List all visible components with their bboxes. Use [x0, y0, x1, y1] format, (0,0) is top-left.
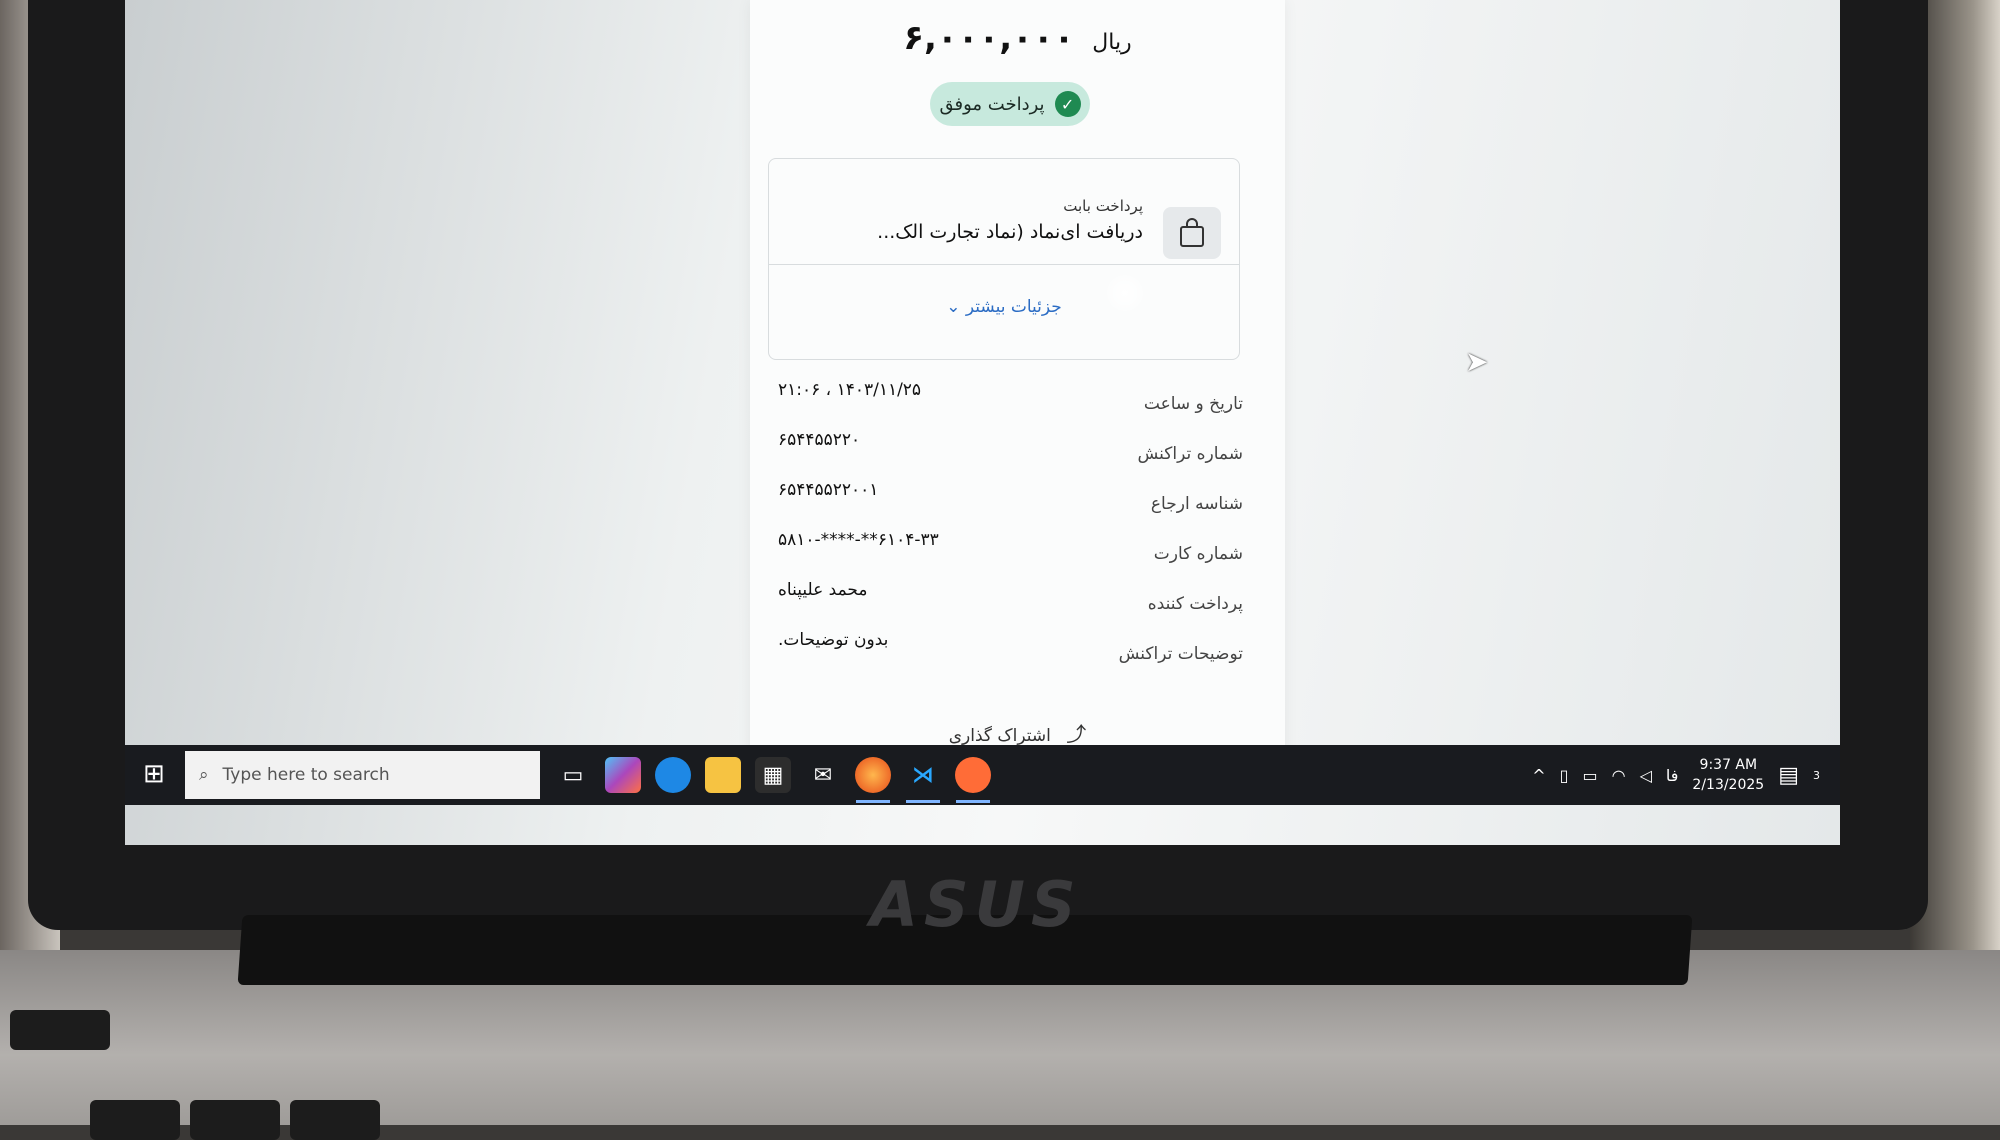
- key: [90, 1100, 180, 1140]
- windows-start-icon[interactable]: ⊞: [143, 759, 173, 789]
- firefox-icon[interactable]: [855, 757, 891, 793]
- share-icon: ⤴: [1066, 722, 1087, 746]
- transaction-details: تاریخ و ساعت ۱۴۰۳/۱۱/۲۵ ، ۲۱:۰۶ شماره تر…: [750, 380, 1285, 680]
- mail-icon[interactable]: ✉: [805, 757, 841, 793]
- payment-amount: ریال ۶,۰۰۰,۰۰۰: [750, 18, 1285, 58]
- detail-value: ۱۴۰۳/۱۱/۲۵ ، ۲۱:۰۶: [778, 380, 922, 400]
- wifi-icon[interactable]: ◠: [1612, 766, 1626, 785]
- detail-row-datetime: تاریخ و ساعت ۱۴۰۳/۱۱/۲۵ ، ۲۱:۰۶: [750, 380, 1285, 430]
- system-tray: ^ ▯ ▭ ◠ ◁ فا 9:37 AM 2/13/2025 ▤ 3: [1532, 745, 1820, 805]
- payment-receipt-card: ریال ۶,۰۰۰,۰۰۰ ✓ پرداخت موفق پرداخت بابت…: [750, 0, 1285, 765]
- copilot-icon[interactable]: [605, 757, 641, 793]
- detail-value: ۶۵۴۴۵۵۲۲۰۰۱: [778, 480, 879, 500]
- detail-value: محمد علیپناه: [778, 580, 868, 600]
- detail-row-payer: پرداخت کننده محمد علیپناه: [750, 580, 1285, 630]
- search-placeholder: Type here to search: [222, 765, 390, 785]
- share-button[interactable]: ⤴ اشتراک گذاری: [750, 718, 1285, 747]
- detail-value: ۶۱۰۴-۳۳**-****-۵۸۱۰: [778, 530, 939, 550]
- screen: ریال ۶,۰۰۰,۰۰۰ ✓ پرداخت موفق پرداخت بابت…: [125, 0, 1840, 845]
- key: [290, 1100, 380, 1140]
- detail-row-transaction-number: شماره تراکنش ۶۵۴۴۵۵۲۲۰: [750, 430, 1285, 480]
- detail-label: شماره تراکنش: [1137, 444, 1243, 464]
- status-text: پرداخت موفق: [939, 93, 1045, 115]
- detail-label: پرداخت کننده: [1147, 594, 1243, 614]
- payment-item-box: پرداخت بابت دریافت ای‌نماد (نماد تجارت ا…: [768, 158, 1240, 360]
- clock-time: 9:37 AM: [1699, 757, 1758, 773]
- chevron-up-icon[interactable]: ^: [1532, 766, 1545, 785]
- battery-icon[interactable]: ▭: [1582, 766, 1597, 785]
- asus-logo: ASUS: [870, 868, 1082, 941]
- shopping-bag-icon: [1163, 207, 1221, 259]
- notification-icon[interactable]: ▤: [1778, 763, 1799, 788]
- detail-label: توضیحات تراکنش: [1118, 644, 1243, 664]
- currency-label: ریال: [1092, 30, 1132, 55]
- microsoft-store-icon[interactable]: ▦: [755, 757, 791, 793]
- task-view-icon[interactable]: ▭: [555, 757, 591, 793]
- vscode-icon[interactable]: ⋊: [905, 757, 941, 793]
- taskbar-clock[interactable]: 9:37 AM 2/13/2025: [1692, 755, 1764, 795]
- notification-count: 3: [1813, 768, 1820, 782]
- clock-date: 2/13/2025: [1692, 777, 1765, 793]
- postman-icon[interactable]: [955, 757, 991, 793]
- share-label: اشتراک گذاری: [948, 726, 1051, 746]
- detail-value: بدون توضیحات.: [778, 630, 889, 650]
- windows-taskbar: ⊞ ⌕ Type here to search ▭ ▦ ✉ ⋊ ^ ▯ ▭ ◠ …: [125, 745, 1840, 805]
- detail-row-card-number: شماره کارت ۶۱۰۴-۳۳**-****-۵۸۱۰: [750, 530, 1285, 580]
- divider: [769, 264, 1239, 265]
- mouse-cursor-icon: ➤: [1465, 345, 1489, 378]
- active-app-indicator: [856, 800, 890, 803]
- search-icon: ⌕: [199, 765, 209, 785]
- screen-glare: [1107, 275, 1143, 311]
- active-app-indicator: [906, 800, 940, 803]
- file-explorer-icon[interactable]: [705, 757, 741, 793]
- edge-icon[interactable]: [655, 757, 691, 793]
- detail-row-description: توضیحات تراکنش بدون توضیحات.: [750, 630, 1285, 680]
- check-icon: ✓: [1054, 91, 1081, 117]
- more-details-label: جزئیات بیشتر: [965, 297, 1062, 317]
- taskbar-search-box[interactable]: ⌕ Type here to search: [185, 751, 540, 799]
- chevron-down-icon: ⌄: [946, 297, 961, 317]
- detail-label: شناسه ارجاع: [1150, 494, 1243, 514]
- more-details-button[interactable]: جزئیات بیشتر ⌄: [769, 297, 1239, 317]
- status-badge: ✓ پرداخت موفق: [930, 82, 1090, 126]
- key-esc: [10, 1010, 110, 1050]
- detail-row-reference-id: شناسه ارجاع ۶۵۴۴۵۵۲۲۰۰۱: [750, 480, 1285, 530]
- device-icon[interactable]: ▯: [1560, 766, 1569, 785]
- language-indicator[interactable]: فا: [1666, 766, 1679, 785]
- active-app-indicator: [956, 800, 990, 803]
- detail-label: شماره کارت: [1153, 544, 1243, 564]
- item-subtitle: پرداخت بابت: [1063, 197, 1143, 215]
- volume-icon[interactable]: ◁: [1640, 766, 1652, 785]
- item-title: دریافت ای‌نماد (نماد تجارت الک...: [877, 221, 1143, 243]
- detail-value: ۶۵۴۴۵۵۲۲۰: [778, 430, 861, 450]
- key: [190, 1100, 280, 1140]
- detail-label: تاریخ و ساعت: [1143, 394, 1243, 414]
- amount-value: ۶,۰۰۰,۰۰۰: [903, 18, 1075, 58]
